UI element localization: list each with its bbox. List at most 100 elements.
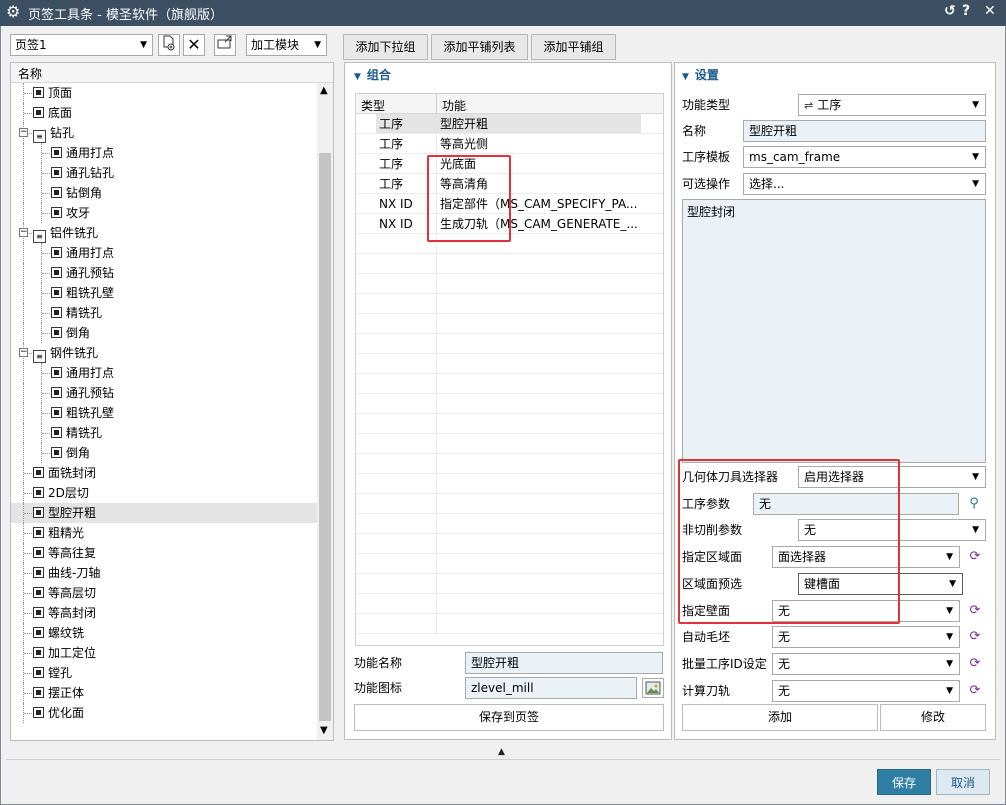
- function-icon-field[interactable]: zlevel_mill: [465, 677, 637, 699]
- refresh-icon[interactable]: ⟳: [965, 547, 985, 567]
- footer-divider: [6, 759, 1000, 760]
- collapse-toggle-icon[interactable]: −: [19, 348, 28, 357]
- scroll-up-icon[interactable]: ▲: [320, 85, 328, 96]
- tree-item[interactable]: 精铣孔: [11, 303, 317, 323]
- function-name-label: 功能名称: [354, 656, 403, 670]
- save-to-page-button[interactable]: 保存到页签: [354, 704, 664, 731]
- tree-item-content: 通孔预钻: [51, 383, 114, 403]
- tree-item[interactable]: 等高往复: [11, 543, 317, 563]
- tree-item[interactable]: 精铣孔: [11, 423, 317, 443]
- tree-item[interactable]: 底面: [11, 103, 317, 123]
- function-icon-label: 功能图标: [354, 681, 403, 695]
- function-name-field[interactable]: 型腔开粗: [465, 652, 663, 674]
- save-button[interactable]: 保存: [877, 769, 931, 795]
- tree-item-label: 钻孔: [50, 126, 75, 140]
- tree-item[interactable]: 等高封闭: [11, 603, 317, 623]
- cancel-button[interactable]: 取消: [936, 769, 990, 795]
- tree-scrollbar[interactable]: ▲ ▼: [317, 83, 333, 740]
- operation-square-icon: [33, 567, 44, 578]
- param-label: 自动毛坯: [682, 630, 731, 645]
- tree-item-label: 加工定位: [48, 646, 97, 660]
- settings-section-title[interactable]: ▼ 设置: [682, 66, 719, 83]
- tab-add-dropdown-group[interactable]: 添加下拉组: [343, 34, 428, 60]
- search-icon[interactable]: ⚲: [964, 494, 984, 514]
- tree-guide-line: [24, 673, 32, 674]
- name-value: 型腔开粗: [749, 124, 798, 138]
- combination-section-title[interactable]: ▼ 组合: [354, 66, 391, 83]
- add-button[interactable]: 添加: [682, 704, 878, 731]
- tree-item[interactable]: − ≡ 铝件铣孔: [11, 223, 317, 243]
- row-type: 工序: [379, 157, 404, 171]
- export-icon[interactable]: [214, 34, 236, 56]
- refresh-icon[interactable]: ⟳: [965, 681, 985, 701]
- function-type-select[interactable]: ⇌ 工序 ▼: [798, 94, 986, 116]
- chevron-down-icon: ▼: [972, 100, 979, 110]
- tree-item[interactable]: 倒角: [11, 323, 317, 343]
- close-icon[interactable]: ✕: [984, 3, 996, 19]
- reset-icon[interactable]: ↺: [944, 3, 956, 19]
- collapse-toggle-icon[interactable]: −: [19, 228, 28, 237]
- tree-item[interactable]: 顶面: [11, 83, 317, 103]
- tree-item[interactable]: 攻牙: [11, 203, 317, 223]
- name-field[interactable]: 型腔开粗: [743, 120, 986, 142]
- tree-item[interactable]: 粗铣孔壁: [11, 403, 317, 423]
- tree-item[interactable]: 摆正体: [11, 683, 317, 703]
- tree-guide-line: [42, 373, 50, 374]
- splitter-up-icon[interactable]: ▲: [498, 747, 505, 757]
- scroll-thumb[interactable]: [319, 153, 331, 721]
- description-textarea[interactable]: 型腔封闭: [682, 199, 986, 463]
- tree-item[interactable]: 型腔开粗: [11, 503, 317, 523]
- collapse-toggle-icon[interactable]: −: [19, 128, 28, 137]
- param-field[interactable]: 无 ▼: [772, 652, 960, 675]
- add-page-icon[interactable]: [158, 34, 180, 56]
- image-picker-icon[interactable]: [642, 678, 664, 698]
- tree-item[interactable]: 2D层切: [11, 483, 317, 503]
- tree-item[interactable]: 加工定位: [11, 643, 317, 663]
- table-row[interactable]: 工序 型腔开粗: [356, 114, 663, 134]
- tree-item[interactable]: 粗精光: [11, 523, 317, 543]
- tree-item[interactable]: 通孔预钻: [11, 383, 317, 403]
- tree-item[interactable]: 通用打点: [11, 363, 317, 383]
- module-select[interactable]: 加工模块 ▼: [246, 34, 327, 56]
- tree-item[interactable]: 螺纹铣: [11, 623, 317, 643]
- refresh-icon[interactable]: ⟳: [965, 627, 985, 647]
- tree-item-label: 倒角: [66, 446, 91, 460]
- refresh-icon[interactable]: ⟳: [965, 601, 985, 621]
- help-icon[interactable]: ?: [962, 3, 970, 19]
- tree-item[interactable]: 通用打点: [11, 243, 317, 263]
- tree-item-label: 型腔开粗: [48, 506, 97, 520]
- param-field[interactable]: 无 ▼: [772, 626, 960, 649]
- tree-item[interactable]: 倒角: [11, 443, 317, 463]
- tree-item[interactable]: 通孔钻孔: [11, 163, 317, 183]
- type-column-header: 类型: [361, 99, 386, 113]
- tree-item[interactable]: 面铣封闭: [11, 463, 317, 483]
- page-select[interactable]: 页签1 ▼: [10, 34, 153, 56]
- scroll-down-icon[interactable]: ▼: [320, 725, 328, 736]
- param-field[interactable]: 无 ▼: [772, 679, 960, 702]
- modify-button[interactable]: 修改: [880, 704, 986, 731]
- tree-item[interactable]: 通用打点: [11, 143, 317, 163]
- delete-icon[interactable]: ✕: [183, 34, 205, 56]
- refresh-icon[interactable]: ⟳: [965, 654, 985, 674]
- tree-item[interactable]: 通孔预钻: [11, 263, 317, 283]
- tree-item[interactable]: 等高层切: [11, 583, 317, 603]
- column-divider: [436, 94, 437, 114]
- operation-square-icon: [51, 387, 62, 398]
- optional-operation-select[interactable]: 选择... ▼: [743, 173, 986, 195]
- tree-item[interactable]: 钻倒角: [11, 183, 317, 203]
- tree-item[interactable]: − ≡ 钻孔: [11, 123, 317, 143]
- tree-item[interactable]: − ≡ 钢件铣孔: [11, 343, 317, 363]
- operation-square-icon: [51, 247, 62, 258]
- tree-item[interactable]: 镗孔: [11, 663, 317, 683]
- tree-item[interactable]: 曲线-刀轴: [11, 563, 317, 583]
- chevron-down-icon: ▼: [946, 658, 953, 669]
- tree-item-label: 通孔预钻: [66, 386, 115, 400]
- template-select[interactable]: ms_cam_frame ▼: [743, 146, 986, 168]
- tree-item[interactable]: 粗铣孔壁: [11, 283, 317, 303]
- tab-add-tile-list[interactable]: 添加平铺列表: [431, 34, 528, 60]
- tree-item[interactable]: 优化面: [11, 703, 317, 723]
- table-row[interactable]: 工序 等高光侧: [356, 134, 663, 154]
- tree-guide-line: [42, 273, 50, 274]
- tree-guide-line: [24, 573, 32, 574]
- tab-add-tile-group[interactable]: 添加平铺组: [531, 34, 616, 60]
